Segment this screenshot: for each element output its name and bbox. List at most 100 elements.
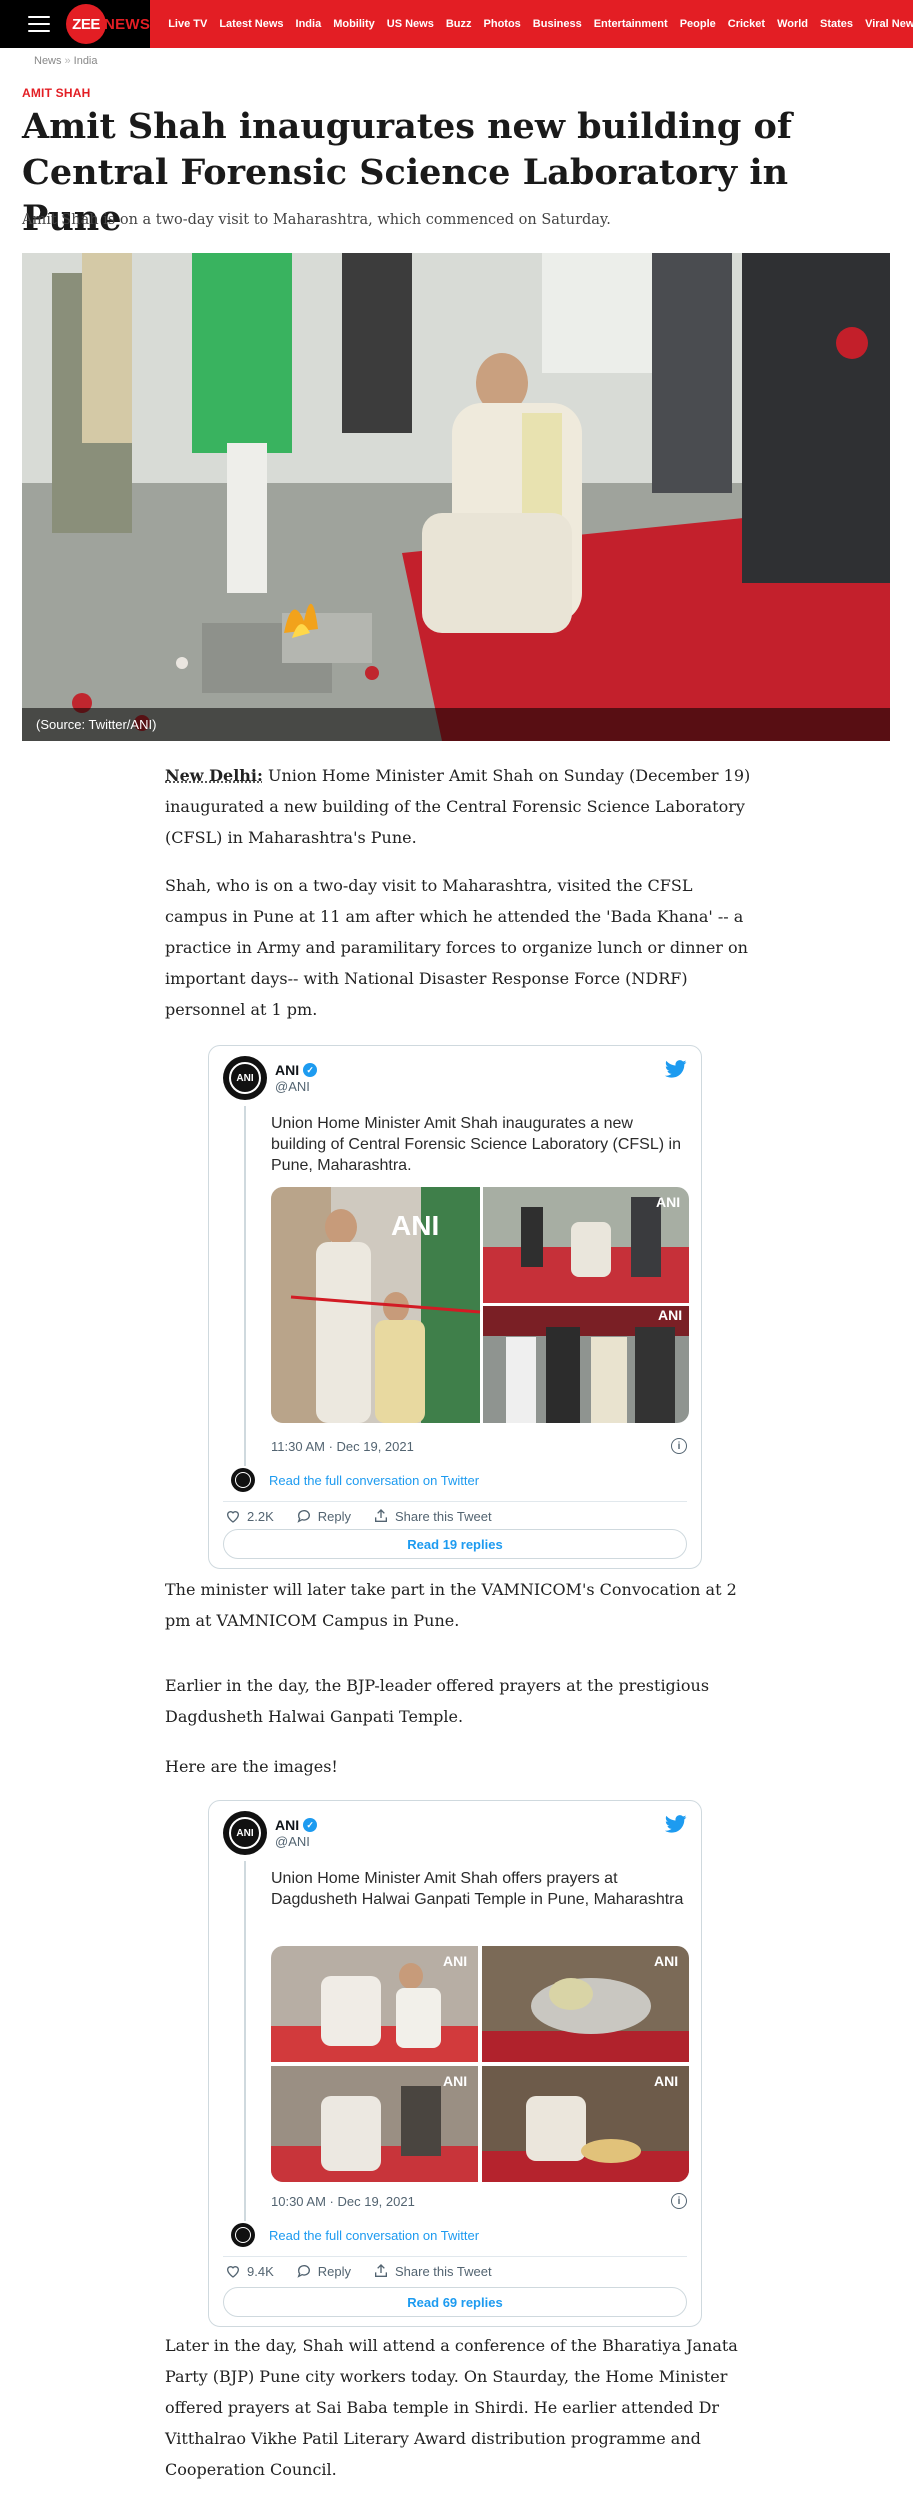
tweet-divider: [223, 2256, 687, 2257]
breadcrumb-separator: »: [64, 55, 71, 67]
tweet-text: Union Home Minister Amit Shah inaugurate…: [271, 1115, 681, 1174]
nav-world[interactable]: World: [771, 18, 814, 30]
svg-text:ANI: ANI: [658, 1307, 682, 1323]
avatar-label: ANI: [229, 1062, 261, 1094]
verified-badge-icon: ✓: [303, 1818, 318, 1832]
breadcrumb-india[interactable]: India: [74, 55, 98, 67]
reply-label: Reply: [317, 2263, 351, 2279]
reply-icon: [297, 2265, 310, 2278]
twitter-bird-icon[interactable]: [665, 1815, 687, 1833]
site-header: ZEE NEWS Live TV Latest News India Mobil…: [0, 0, 913, 48]
thread-line: [244, 1861, 246, 2221]
tweet-media-grid[interactable]: ANI ANI ANI: [271, 1187, 689, 1423]
site-logo[interactable]: ZEE NEWS: [66, 4, 150, 44]
paragraph-4: Earlier in the day, the BJP-leader offer…: [165, 1676, 710, 1726]
nav-india[interactable]: India: [290, 18, 328, 30]
reply-button[interactable]: Reply: [296, 2263, 351, 2279]
heart-icon: [226, 1511, 240, 1523]
avatar[interactable]: ANI: [223, 1056, 267, 1100]
tweet-embed-1: ANI ANI ✓ @ANI Union Home Minister Amit S…: [208, 1045, 702, 1569]
reply-button[interactable]: Reply: [296, 1508, 351, 1524]
svg-text:ANI: ANI: [443, 2073, 467, 2089]
tweet-author[interactable]: ANI ANI ✓ @ANI: [223, 1056, 318, 1100]
logo-zee-mark: ZEE: [66, 4, 106, 44]
nav-live-tv[interactable]: Live TV: [162, 18, 213, 30]
nav-entertainment[interactable]: Entertainment: [588, 18, 674, 30]
hero-caption: (Source: Twitter/ANI): [36, 717, 157, 732]
share-icon: [375, 1509, 387, 1522]
svg-text:ANI: ANI: [654, 1953, 678, 1969]
tweet-timestamp[interactable]: 10:30 AM · Dec 19, 2021: [271, 2194, 415, 2209]
tweet-conversation-row: Read the full conversation on Twitter: [231, 2223, 479, 2247]
verified-badge-icon: ✓: [303, 1063, 318, 1077]
hero-image: (Source: Twitter/ANI): [22, 253, 890, 741]
tweet-author-name[interactable]: ANI: [275, 1062, 299, 1078]
info-icon[interactable]: i: [671, 2193, 687, 2209]
reply-label: Reply: [317, 1508, 351, 1524]
info-icon[interactable]: i: [671, 1438, 687, 1454]
heart-icon: [226, 2266, 240, 2278]
share-label: Share this Tweet: [395, 1508, 492, 1524]
tweet-divider: [223, 1501, 687, 1502]
thread-line: [244, 1106, 246, 1466]
paragraph-5: Here are the images!: [165, 1757, 338, 1776]
nav-latest-news[interactable]: Latest News: [213, 18, 289, 30]
hamburger-icon[interactable]: [28, 16, 50, 32]
mini-avatar: [231, 1468, 255, 1492]
dateline: New Delhi:: [165, 766, 263, 785]
tweet-author-handle[interactable]: @ANI: [275, 1834, 317, 1849]
tweet-conversation-row: Read the full conversation on Twitter: [231, 1468, 479, 1492]
svg-text:ANI: ANI: [443, 1953, 467, 1969]
like-count: 2.2K: [247, 1508, 274, 1524]
read-replies-button[interactable]: Read 19 replies: [223, 1529, 687, 1559]
share-button[interactable]: Share this Tweet: [373, 1508, 492, 1524]
nav-cricket[interactable]: Cricket: [722, 18, 771, 30]
paragraph-3: The minister will later take part in the…: [165, 1580, 737, 1630]
svg-text:ANI: ANI: [654, 2073, 678, 2089]
tweet-actions: 9.4K Reply Share this Tweet: [225, 2263, 492, 2279]
avatar-label: ANI: [229, 1817, 261, 1849]
nav-mobility[interactable]: Mobility: [327, 18, 381, 30]
nav-viral-news[interactable]: Viral News: [859, 18, 913, 30]
hero-caption-bar: (Source: Twitter/ANI): [22, 708, 890, 741]
tweet-author-name[interactable]: ANI: [275, 1817, 299, 1833]
paragraph-6: Later in the day, Shah will attend a con…: [165, 2336, 738, 2479]
share-button[interactable]: Share this Tweet: [373, 2263, 492, 2279]
twitter-bird-icon[interactable]: [665, 1060, 687, 1078]
paragraph-1: New Delhi: Union Home Minister Amit Shah…: [165, 760, 755, 853]
share-label: Share this Tweet: [395, 2263, 492, 2279]
nav-states[interactable]: States: [814, 18, 859, 30]
nav-people[interactable]: People: [674, 18, 722, 30]
svg-text:ANI: ANI: [656, 1194, 680, 1210]
main-nav: Live TV Latest News India Mobility US Ne…: [150, 16, 913, 32]
tweet-timestamp[interactable]: 11:30 AM · Dec 19, 2021: [271, 1439, 414, 1454]
tweet-embed-2: ANI ANI ✓ @ANI Union Home Minister Amit S…: [208, 1800, 702, 2327]
tweet-media-grid[interactable]: ANI ANI ANI ANI: [271, 1946, 689, 2182]
tweet-media-photos: ANI ANI ANI: [271, 1187, 689, 1423]
like-button[interactable]: 9.4K: [225, 2263, 274, 2279]
logo-block: ZEE NEWS: [0, 0, 151, 48]
nav-us-news[interactable]: US News: [381, 18, 440, 30]
read-conversation-link[interactable]: Read the full conversation on Twitter: [269, 2228, 479, 2243]
tweet-actions: 2.2K Reply Share this Tweet: [225, 1508, 492, 1524]
nav-photos[interactable]: Photos: [478, 18, 527, 30]
tweet-author-handle[interactable]: @ANI: [275, 1079, 317, 1094]
paragraph-2: Shah, who is on a two-day visit to Mahar…: [165, 876, 748, 1019]
like-count: 9.4K: [247, 2263, 274, 2279]
article-tag[interactable]: AMIT SHAH: [22, 86, 90, 100]
tweet-author[interactable]: ANI ANI ✓ @ANI: [223, 1811, 318, 1855]
read-conversation-link[interactable]: Read the full conversation on Twitter: [269, 1473, 479, 1488]
mini-avatar: [231, 2223, 255, 2247]
nav-buzz[interactable]: Buzz: [440, 18, 478, 30]
tweet-media-photos: ANI ANI ANI ANI: [271, 1946, 689, 2182]
avatar[interactable]: ANI: [223, 1811, 267, 1855]
like-button[interactable]: 2.2K: [225, 1508, 274, 1524]
read-replies-button[interactable]: Read 69 replies: [223, 2287, 687, 2317]
tweet-text: Union Home Minister Amit Shah offers pra…: [271, 1870, 684, 1908]
article-subhead: Amit Shah is on a two-day visit to Mahar…: [22, 212, 611, 228]
nav-business[interactable]: Business: [527, 18, 588, 30]
share-icon: [375, 2264, 387, 2277]
breadcrumb-news[interactable]: News: [34, 55, 62, 67]
reply-icon: [297, 1510, 310, 1523]
hero-photo-illustration: [22, 253, 890, 741]
